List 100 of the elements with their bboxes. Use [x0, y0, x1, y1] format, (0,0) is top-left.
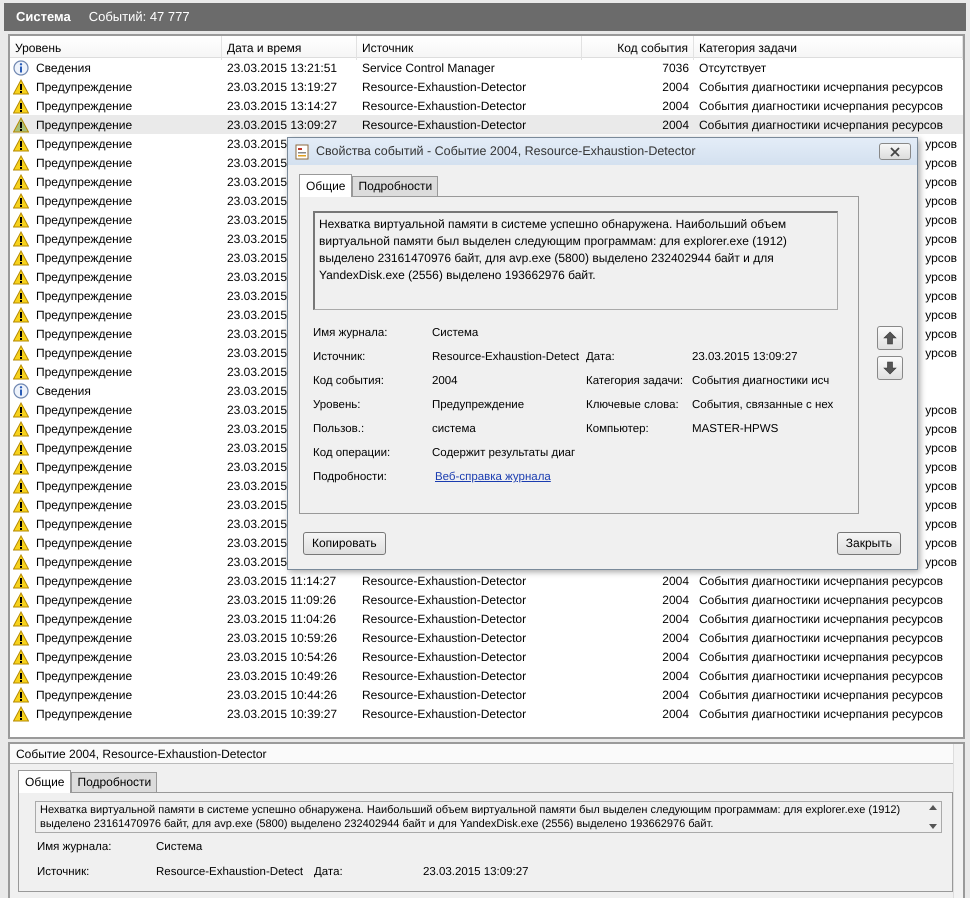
field-value: Resource-Exhaustion-Detect: [432, 350, 580, 365]
table-cell-text: Предупреждение: [35, 212, 134, 228]
table-cell-text: 2004: [661, 610, 690, 628]
table-cell-text: 23.03.2015: [226, 344, 288, 362]
field-label: Имя журнала:: [37, 840, 112, 855]
table-cell-text: 23.03.2015: [226, 192, 288, 210]
table-cell-text: Предупреждение: [35, 630, 134, 646]
table-cell-text: Предупреждение: [35, 116, 134, 134]
table-cell-text: урсов: [924, 326, 958, 342]
dialog-title: Свойства событий - Событие 2004, Resource-Exhaustion-Detector: [316, 143, 697, 160]
table-cell-text: События диагностики исчерпания ресурсов: [698, 98, 944, 114]
table-cell-text: урсов: [924, 250, 958, 266]
table-cell-text: урсов: [924, 516, 958, 532]
field-value: Resource-Exhaustion-Detect: [156, 865, 304, 880]
table-cell-text: 23.03.2015: [226, 458, 288, 476]
table-cell-text: 2004: [661, 592, 690, 608]
table-cell-text: Предупреждение: [35, 364, 134, 380]
field-value: MASTER-HPWS: [692, 422, 780, 437]
pane-title: Событие 2004, Resource-Exhaustion-Detector: [10, 744, 954, 764]
table-cell-text: урсов: [924, 154, 958, 172]
table-cell-text: Предупреждение: [35, 496, 134, 514]
table-cell-text: 23.03.2015: [226, 364, 288, 380]
table-cell-text: Предупреждение: [35, 326, 134, 342]
table-cell-text: Предупреждение: [35, 230, 134, 248]
table-cell-text: Предупреждение: [35, 250, 134, 266]
table-cell-text: 23.03.2015 13:19:27: [226, 78, 338, 96]
table-cell-text: урсов: [924, 288, 958, 304]
table-cell-text: События диагностики исчерпания ресурсов: [698, 648, 944, 666]
table-cell-text: События диагностики исчерпания ресурсов: [698, 572, 944, 590]
table-cell-text: Resource-Exhaustion-Detector: [361, 686, 528, 704]
table-cell-text: урсов: [924, 306, 958, 324]
table-cell-text: События диагностики исчерпания ресурсов: [698, 706, 944, 722]
table-cell-text: 23.03.2015: [226, 306, 288, 324]
field-label: Ключевые слова:: [586, 398, 680, 413]
table-cell-text: События диагностики исчерпания ресурсов: [698, 610, 944, 628]
field-label: Подробности:: [313, 470, 388, 485]
table-cell-text: урсов: [924, 402, 958, 418]
table-cell-text: 2004: [661, 630, 690, 646]
table-cell-text: Предупреждение: [35, 516, 134, 532]
table-cell-text: 23.03.2015: [226, 516, 288, 532]
table-cell-text: 7036: [661, 60, 690, 76]
table-cell-text: 23.03.2015: [226, 154, 288, 172]
field-value: События, связанные с нех: [692, 398, 834, 413]
table-cell-text: Предупреждение: [35, 534, 134, 552]
table-cell-text: урсов: [924, 230, 958, 248]
table-cell-text: События диагностики исчерпания ресурсов: [698, 630, 944, 646]
table-cell-text: Предупреждение: [35, 648, 134, 666]
table-cell-text: урсов: [924, 268, 958, 286]
table-cell-text: Предупреждение: [35, 344, 134, 362]
table-cell-text: 23.03.2015 11:14:27: [226, 572, 338, 590]
table-cell-text: урсов: [924, 174, 958, 190]
field-label: Дата:: [586, 350, 616, 365]
table-cell-text: 2004: [661, 648, 690, 666]
field-label: Источник:: [37, 865, 90, 880]
table-cell-text: 23.03.2015 11:09:26: [226, 592, 338, 608]
description-text: Нехватка виртуальной памяти в системе успешно обнаружена. Наибольший объем виртуальной памяти был выделен следующим программам: для explorer.exe (1912) выделено 23161470976 байт, для avp.exe (5800) выделено 232402944 байт и для YandexDisk.exe (2556) выделено 193662976 байт.: [39, 803, 902, 832]
table-cell-text: 23.03.2015: [226, 402, 288, 418]
log-title: Система: [16, 8, 71, 26]
table-cell-text: 23.03.2015 10:54:26: [226, 648, 338, 666]
table-cell-text: 23.03.2015: [226, 212, 288, 228]
table-cell-text: урсов: [924, 136, 958, 152]
table-cell-text: 23.03.2015: [226, 496, 288, 514]
table-cell-text: Предупреждение: [35, 192, 134, 210]
table-cell-text: Resource-Exhaustion-Detector: [361, 116, 528, 134]
table-cell-text: Предупреждение: [35, 706, 134, 722]
table-cell-text: Resource-Exhaustion-Detector: [361, 668, 528, 684]
table-cell-text: Сведения: [35, 382, 92, 400]
table-cell-text: Resource-Exhaustion-Detector: [361, 610, 528, 628]
field-label: Дата:: [314, 865, 344, 880]
table-cell-text: 23.03.2015 13:09:27: [226, 116, 338, 134]
table-cell-text: Предупреждение: [35, 154, 134, 172]
table-cell-text: Resource-Exhaustion-Detector: [361, 648, 528, 666]
field-value: 2004: [432, 374, 459, 389]
table-cell-text: 2004: [661, 572, 690, 590]
field-label: Компьютер:: [586, 422, 650, 437]
field-value: События диагностики исч: [692, 374, 830, 389]
table-cell-text: 2004: [661, 98, 690, 114]
table-cell-text: урсов: [924, 344, 958, 362]
table-cell-text: 23.03.2015 10:39:27: [226, 706, 338, 722]
table-cell-text: Resource-Exhaustion-Detector: [361, 592, 528, 608]
table-cell-text: 23.03.2015: [226, 230, 288, 248]
table-cell-text: 23.03.2015: [226, 174, 288, 190]
table-cell-text: 2004: [661, 668, 690, 684]
field-value: 23.03.2015 13:09:27: [423, 865, 530, 880]
table-cell-text: урсов: [924, 212, 958, 228]
table-cell-text: Предупреждение: [35, 668, 134, 684]
table-cell-text: 23.03.2015: [226, 478, 288, 494]
field-value: Предупреждение: [432, 398, 526, 413]
field-label: Уровень:: [313, 398, 362, 413]
event-count: Событий: 47 777: [88, 8, 190, 26]
field-label: Код события:: [313, 374, 385, 389]
table-cell-text: Предупреждение: [35, 592, 134, 608]
table-cell-text: События диагностики исчерпания ресурсов: [698, 668, 944, 684]
table-cell-text: Service Control Manager: [361, 60, 496, 76]
table-cell-text: Resource-Exhaustion-Detector: [361, 706, 528, 722]
table-cell-text: 23.03.2015: [226, 440, 288, 456]
table-cell-text: урсов: [924, 534, 958, 552]
table-cell-text: Предупреждение: [35, 440, 134, 456]
table-cell-text: 2004: [661, 78, 690, 96]
table-cell-text: Предупреждение: [35, 136, 134, 152]
